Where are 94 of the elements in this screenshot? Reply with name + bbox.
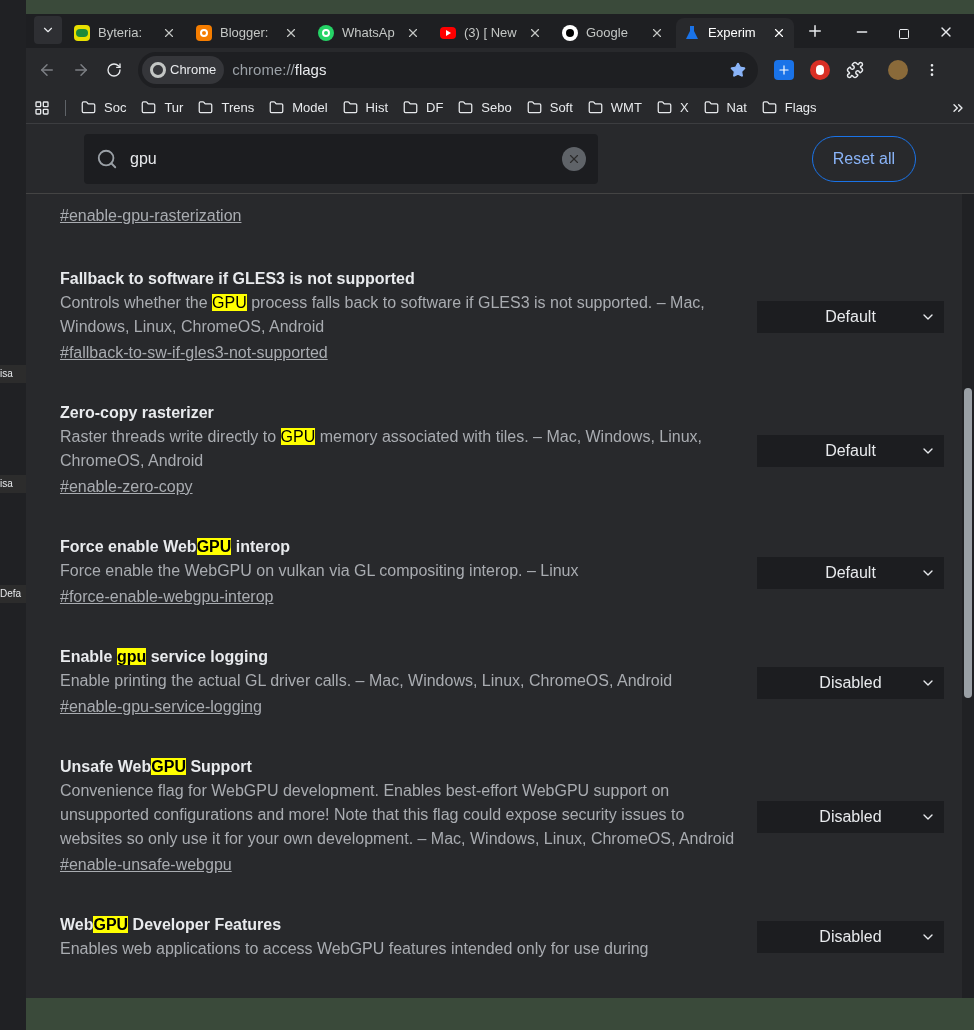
bookmark-label[interactable]: Tur (164, 97, 184, 118)
leaf-logo-icon (74, 25, 90, 41)
search-input[interactable]: gpu (130, 146, 550, 171)
flag-link[interactable]: #force-enable-webgpu-interop (60, 583, 274, 611)
flag-link[interactable]: #enable-zero-copy (60, 473, 193, 501)
folder-icon[interactable] (198, 100, 214, 115)
search-field[interactable]: gpu (84, 133, 598, 184)
folder-icon[interactable] (342, 100, 358, 115)
flag-select[interactable]: Disabled (757, 667, 944, 699)
folder-icon[interactable] (761, 100, 777, 115)
flag-title: Enable gpu service logging (60, 647, 270, 667)
tab-title: Experim (708, 24, 757, 43)
bookmark-label[interactable]: Model (292, 97, 328, 118)
folder-icon[interactable] (703, 100, 719, 115)
flag-description: Controls whether the GPU process falls back to software if GLES3 is not supported. – Mac, Windows, Linux, ChromeOS, Android (60, 293, 706, 337)
bookmark-label[interactable]: Flags (784, 97, 817, 118)
apps-icon[interactable] (34, 99, 50, 116)
browser-tab[interactable]: (3) [ New (432, 18, 550, 48)
text-fragment: isa (0, 475, 26, 493)
flag-link[interactable]: #enable-gpu-service-logging (60, 693, 262, 721)
browser-tab[interactable]: Google (554, 18, 672, 48)
forward-icon[interactable] (72, 61, 90, 79)
flag-title: WebGPU Developer Features (60, 915, 283, 935)
close-icon[interactable] (528, 26, 542, 40)
flag-title: Unsafe WebGPU Support (60, 757, 253, 777)
flag-description: Force enable the WebGPU on vulkan via GL compositing interop. – Linux (60, 561, 580, 581)
flag-select[interactable]: Disabled (757, 801, 944, 833)
flag-title: Force enable WebGPU interop (60, 537, 291, 557)
plus-extension-icon[interactable] (774, 60, 794, 80)
tab-title: Byteria: (98, 24, 144, 43)
flag-title: Fallback to software if GLES3 is not supported (60, 269, 416, 289)
flag-description: Convenience flag for WebGPU development. Enables best-effort WebGPU support on unsupported configurations and more! Note that this flag could expose security issues to websites so only use it for your own development. – Mac, Windows, Linux, ChromeOS, Android (60, 781, 736, 849)
folder-icon[interactable] (141, 100, 157, 115)
close-icon[interactable] (406, 26, 420, 40)
folder-icon[interactable] (587, 100, 603, 115)
tab-title: Google (586, 24, 629, 43)
hand-extension-icon[interactable] (810, 60, 830, 80)
browser-tab[interactable]: WhatsAp (310, 18, 428, 48)
reload-icon[interactable] (106, 62, 122, 78)
flask-icon (684, 25, 700, 41)
tab-title: WhatsAp (342, 24, 396, 43)
folder-icon[interactable] (526, 100, 542, 115)
round-logo-icon (562, 25, 578, 41)
folder-icon[interactable] (81, 100, 96, 115)
flag-description: Enable printing the actual GL driver calls. – Mac, Windows, Linux, ChromeOS, Android (60, 671, 674, 691)
extensions-icon[interactable] (846, 61, 864, 79)
new-tab-icon[interactable] (806, 22, 824, 40)
flag-select[interactable]: Disabled (757, 921, 944, 953)
bookmark-label[interactable]: Nat (726, 97, 747, 118)
bookmark-label[interactable]: Hist (365, 97, 388, 118)
flag-select[interactable]: Default (757, 301, 944, 333)
back-icon[interactable] (38, 61, 56, 79)
close-icon[interactable] (772, 26, 786, 40)
folder-icon[interactable] (656, 100, 672, 115)
bookmark-label[interactable]: WMT (610, 97, 642, 118)
bookmark-label[interactable]: DF (426, 97, 444, 118)
flag-link[interactable]: #enable-unsafe-webgpu (60, 851, 232, 879)
maximize-icon[interactable] (898, 28, 910, 40)
folder-icon[interactable] (269, 100, 285, 115)
flag-link[interactable]: #fallback-to-sw-if-gles3-not-supported (60, 339, 328, 367)
browser-tab[interactable]: Blogger: (188, 18, 306, 48)
chat-bubble-icon (318, 25, 334, 41)
clear-icon[interactable] (562, 146, 586, 171)
browser-tab[interactable]: Byteria: (66, 18, 184, 48)
tab-title: Blogger: (220, 24, 270, 43)
close-icon[interactable] (162, 26, 176, 40)
url-text: chrome://flags (232, 59, 328, 80)
flag-select[interactable]: Default (757, 557, 944, 589)
browser-tab[interactable]: Experim (676, 18, 794, 48)
chrome-logo-icon (150, 62, 166, 78)
site-chip[interactable]: Chrome (142, 56, 225, 84)
flag-title: Zero-copy rasterizer (60, 403, 215, 423)
play-logo-icon (440, 27, 456, 39)
bookmark-star-icon[interactable] (730, 62, 746, 78)
tab-title: (3) [ New (464, 24, 518, 43)
bookmark-label[interactable]: Trens (221, 97, 255, 118)
bookmark-label[interactable]: X (679, 97, 689, 118)
folder-icon[interactable] (403, 100, 418, 115)
flag-select[interactable]: Default (757, 435, 944, 467)
text-fragment: isa (0, 365, 26, 383)
address-bar[interactable]: Chrome chrome://flags (138, 52, 758, 88)
close-icon[interactable] (284, 26, 298, 40)
flag-description: Raster threads write directly to GPU memory associated with tiles. – Mac, Windows, Linux, ChromeOS, Android (60, 427, 703, 471)
flag-link[interactable]: #enable-gpu-rasterization (60, 202, 242, 230)
text-fragment: Defa (0, 585, 26, 603)
bookmark-label[interactable]: Soft (549, 97, 573, 118)
bookmark-label[interactable]: Soc (104, 97, 127, 118)
flag-description: Enables web applications to access WebGPU features intended only for use during (60, 939, 650, 959)
letter-logo-icon (196, 25, 212, 41)
folder-icon[interactable] (458, 100, 474, 115)
avatar-icon[interactable] (888, 60, 908, 80)
close-icon[interactable] (650, 26, 664, 40)
bookmark-label[interactable]: Sebo (481, 97, 512, 118)
search-icon (96, 147, 118, 170)
